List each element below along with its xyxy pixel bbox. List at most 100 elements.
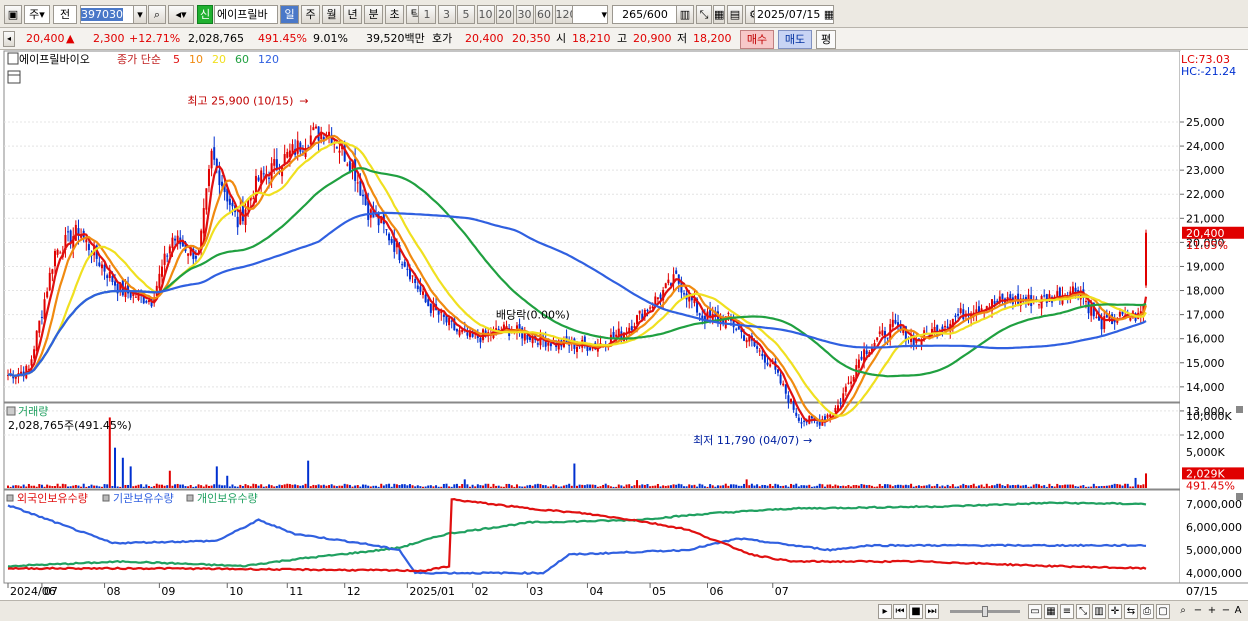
date-input[interactable]: 2025/07/15 ▦ — [754, 5, 834, 24]
candle-body — [455, 328, 458, 332]
volume-bar — [312, 484, 315, 488]
interval-button-1[interactable]: 1 — [418, 5, 436, 24]
zoom-in-icon[interactable]: + — [1206, 604, 1218, 619]
ma-legend-5: 5 — [173, 53, 180, 66]
chart-settings-icon[interactable]: ▣ — [4, 5, 22, 24]
bid-price: 20,350 — [512, 32, 551, 45]
volume-bar — [638, 485, 641, 488]
volume-bar — [549, 486, 552, 488]
volume-bar — [599, 486, 602, 488]
volume-bar — [385, 484, 388, 488]
candle-body — [664, 283, 667, 289]
collapse-icon[interactable]: − — [1220, 604, 1232, 619]
volume-bar — [529, 484, 532, 488]
volume-bar — [80, 486, 83, 488]
volume-bar — [147, 485, 150, 488]
volume-bar — [288, 484, 291, 488]
interval-dropdown[interactable]: ▾ — [572, 5, 608, 24]
layout-icon[interactable]: ▭ — [1028, 604, 1042, 619]
quote-toggle-icon[interactable]: ◂ — [3, 31, 15, 47]
period-button-2[interactable]: 월 — [322, 5, 341, 24]
code-input[interactable]: 397030 — [80, 5, 134, 24]
price-tick-label: 24,000 — [1186, 140, 1225, 153]
period-button-5[interactable]: 초 — [385, 5, 404, 24]
volume-bar — [414, 486, 417, 488]
volume-close-icon[interactable] — [1236, 406, 1243, 413]
volume-bar — [1095, 486, 1098, 488]
period-select[interactable]: 주▾ — [24, 5, 50, 24]
compare-icon[interactable]: ▦ — [713, 5, 725, 24]
window-icon[interactable]: ▢ — [1156, 604, 1170, 619]
crosshair-icon[interactable]: ✛ — [1108, 604, 1122, 619]
period-button-0[interactable]: 일 — [280, 5, 299, 24]
print-icon[interactable]: ⎙ — [1140, 604, 1154, 619]
chart-type-icon[interactable]: ▥ — [676, 5, 694, 24]
volume-bar — [1045, 486, 1048, 488]
panel-menu-icon[interactable] — [7, 52, 19, 65]
interval-button-30[interactable]: 30 — [515, 5, 534, 24]
date-value: 2025/07/15 — [757, 8, 821, 21]
volume-bar — [925, 485, 928, 488]
stop-button[interactable]: ■ — [909, 604, 923, 619]
font-size-icon[interactable]: A — [1232, 604, 1244, 619]
stock-chart[interactable]: 25,00024,00023,00022,00021,00020,00019,0… — [0, 50, 1248, 600]
code-dropdown-button[interactable]: ▾ — [133, 5, 147, 24]
grid-icon[interactable]: ▥ — [1092, 604, 1106, 619]
compare-icon[interactable]: ⇆ — [1124, 604, 1138, 619]
volume-bar — [223, 485, 226, 488]
volume-value-label: 2,028,765주(491.45%) — [8, 419, 132, 432]
x-tick-label: 08 — [107, 585, 121, 598]
split-icon[interactable]: ▦ — [1044, 604, 1058, 619]
calendar-icon[interactable]: ▦ — [824, 8, 833, 21]
interval-button-5[interactable]: 5 — [457, 5, 475, 24]
last-page-button[interactable]: ⏭ — [925, 604, 939, 619]
volume-bar — [1051, 486, 1054, 488]
ma-legend-title: 종가 단순 — [117, 53, 161, 66]
volume-panel-icon[interactable] — [6, 406, 16, 416]
draw-icon[interactable]: ⤡ — [1076, 604, 1090, 619]
volume-bar — [662, 485, 665, 488]
volume-panel[interactable] — [3, 402, 1181, 490]
candle-body — [286, 151, 289, 158]
zoom-out-icon[interactable]: − — [1192, 604, 1204, 619]
search-icon[interactable]: ⌕ — [148, 5, 166, 24]
table-icon[interactable] — [7, 70, 21, 84]
candle-body — [448, 317, 451, 326]
price-panel-name: 에이프릴바이오 — [19, 53, 90, 66]
period-button-3[interactable]: 년 — [343, 5, 362, 24]
draw-tool-icon[interactable]: ⤡ — [696, 5, 712, 24]
indicator-icon[interactable]: ≡ — [1060, 604, 1074, 619]
volume-bar — [153, 485, 156, 488]
interval-button-3[interactable]: 3 — [437, 5, 456, 24]
candle-body — [1074, 287, 1077, 292]
volume-bar — [142, 486, 145, 488]
interval-button-10[interactable]: 10 — [476, 5, 495, 24]
market-select[interactable]: 전 — [53, 5, 77, 24]
interval-button-120[interactable]: 120 — [554, 5, 573, 24]
zoom-icon[interactable]: ⌕ — [1175, 604, 1191, 619]
current-price: 20,400 — [26, 32, 65, 45]
first-page-button[interactable]: ⏮ — [893, 604, 907, 619]
sell-button[interactable]: 매도 — [778, 30, 812, 49]
chart-navigation-bar: ▸ ⏮ ■ ⏭ ▭ ▦ ≡ ⤡ ▥ ✛ ⇆ ⎙ ▢ ⌕ − + − A — [0, 600, 1248, 621]
interval-button-20[interactable]: 20 — [496, 5, 514, 24]
count-input[interactable]: 265/600 — [612, 5, 678, 24]
price-panel[interactable] — [3, 50, 1181, 403]
buy-button[interactable]: 매수 — [740, 30, 774, 49]
period-button-1[interactable]: 주 — [301, 5, 320, 24]
eval-button[interactable]: 평 — [816, 30, 836, 49]
volume-bar — [111, 485, 114, 488]
zoom-slider-handle[interactable] — [982, 606, 988, 617]
volume-bar — [821, 484, 824, 488]
holding-close-icon[interactable] — [1236, 493, 1243, 500]
speaker-icon[interactable]: ◂▾ — [168, 5, 194, 24]
period-button-4[interactable]: 분 — [364, 5, 383, 24]
candle-body — [667, 279, 670, 283]
volume-bar — [406, 485, 409, 488]
candle-body — [166, 255, 169, 257]
volume-bar — [857, 485, 860, 488]
scroll-right-button[interactable]: ▸ — [878, 604, 892, 619]
volume-bar — [187, 486, 190, 488]
save-icon[interactable]: ▤ — [727, 5, 743, 24]
interval-button-60[interactable]: 60 — [535, 5, 553, 24]
